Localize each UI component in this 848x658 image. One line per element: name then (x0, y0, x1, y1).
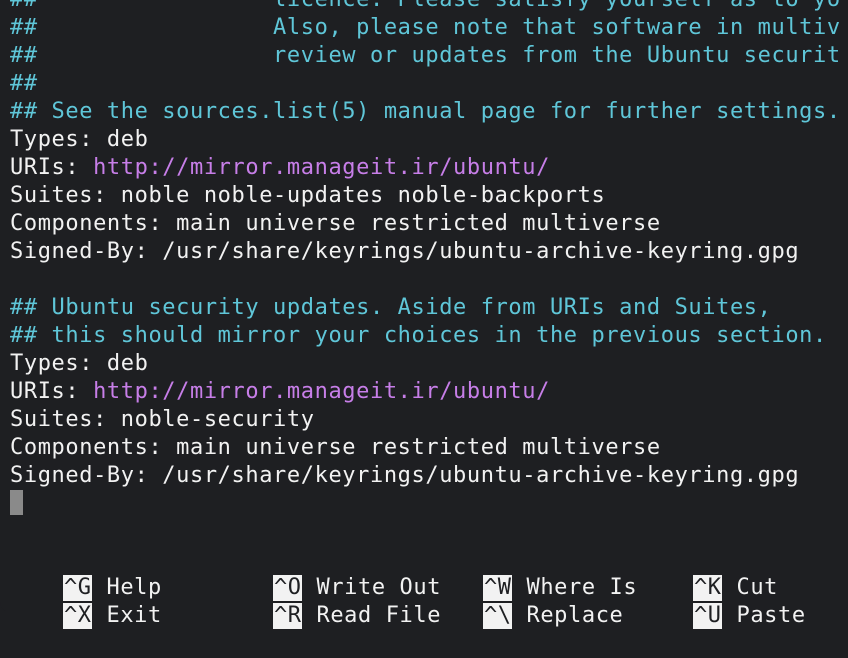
comment-line: ## (10, 71, 38, 96)
comment-line: ## this should mirror your choices in th… (10, 323, 827, 348)
replace-shortcut[interactable]: ^\ Replace (430, 574, 623, 629)
types-line: Types: deb (10, 351, 149, 376)
uris-line: URIs: http://mirror.manageit.ir/ubuntu/ (10, 154, 550, 182)
paste-shortcut[interactable]: ^U Paste (640, 574, 806, 629)
comment-line: ## licence. Please satisfy yourself as t… (10, 0, 841, 14)
where-is-shortcut[interactable]: ^W Where Is (430, 546, 637, 601)
text-cursor[interactable] (10, 490, 23, 515)
exit-key: ^X (62, 603, 93, 629)
comment-line: ## review or updates from the Ubuntu sec… (10, 43, 841, 68)
uris-key: URIs: (10, 155, 94, 180)
uris-url: http://mirror.manageit.ir/ubuntu/ (93, 155, 550, 180)
suites-line: Suites: noble-security (10, 407, 315, 432)
help-shortcut[interactable]: ^G Help (10, 546, 162, 601)
read-file-label: Read File (316, 603, 442, 628)
comment-line: ## See the sources.list(5) manual page f… (10, 99, 841, 124)
replace-label: Replace (526, 603, 624, 628)
signed-by-line: Signed-By: /usr/share/keyrings/ubuntu-ar… (10, 239, 800, 264)
components-line: Components: main universe restricted mul… (10, 435, 661, 460)
replace-key: ^\ (482, 603, 513, 629)
exit-label: Exit (106, 603, 162, 628)
exit-shortcut[interactable]: ^X Exit (10, 574, 162, 629)
suites-line: Suites: noble noble-updates noble-backpo… (10, 183, 606, 208)
types-line: Types: deb (10, 127, 149, 152)
terminal-window[interactable]: ## licence. Please satisfy yourself as t… (0, 0, 848, 629)
components-line: Components: main universe restricted mul… (10, 211, 661, 236)
write-out-shortcut[interactable]: ^O Write Out (220, 546, 441, 601)
read-file-key: ^R (272, 603, 303, 629)
signed-by-line: Signed-By: /usr/share/keyrings/ubuntu-ar… (10, 463, 800, 488)
uris-key: URIs: (10, 379, 94, 404)
comment-line: ## Ubuntu security updates. Aside from U… (10, 295, 772, 320)
comment-line: ## Also, please note that software in mu… (10, 15, 841, 40)
uris-url: http://mirror.manageit.ir/ubuntu/ (93, 379, 550, 404)
cut-shortcut[interactable]: ^K Cut (640, 546, 778, 601)
paste-label: Paste (736, 603, 806, 628)
uris-line: URIs: http://mirror.manageit.ir/ubuntu/ (10, 378, 550, 406)
read-file-shortcut[interactable]: ^R Read File (220, 574, 441, 629)
paste-key: ^U (692, 603, 723, 629)
